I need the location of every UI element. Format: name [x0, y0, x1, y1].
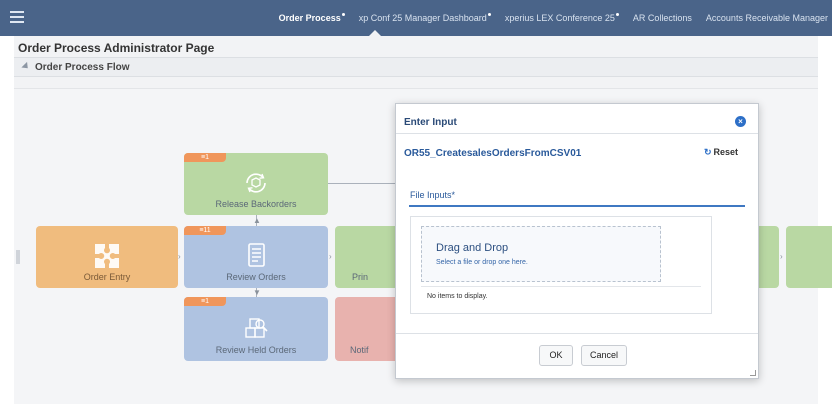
- file-dropzone[interactable]: Drag and Drop Select a file or drop one …: [421, 226, 661, 282]
- boxes-search-icon: [245, 318, 268, 338]
- tab-file-inputs[interactable]: File Inputs*: [410, 190, 455, 200]
- tab-accounts-receivable-manager[interactable]: Accounts Receivable Manager: [706, 13, 828, 23]
- tab-label: Accounts Receivable Manager: [705, 13, 828, 23]
- collapse-arrow-icon[interactable]: [21, 61, 31, 72]
- tab-strip: Order Process xp Conf 25 Manager Dashboa…: [265, 0, 828, 36]
- tab-indicator-dot: [615, 13, 619, 16]
- process-name: OR55_CreatesalesOrdersFromCSV01: [404, 148, 582, 159]
- tab-indicator-dot: [341, 13, 345, 16]
- node-release-backorders[interactable]: ≡1 Release Backorders: [184, 153, 328, 215]
- flow-connector: [328, 183, 396, 184]
- close-icon[interactable]: ×: [735, 116, 746, 127]
- divider: [396, 333, 758, 334]
- node-order-entry[interactable]: Order Entry: [36, 226, 178, 288]
- top-navigation-bar: Order Process xp Conf 25 Manager Dashboa…: [0, 0, 832, 36]
- tab-underline: [409, 205, 745, 207]
- hamburger-menu-icon[interactable]: [10, 11, 24, 23]
- divider: [396, 133, 758, 134]
- node-review-held-orders[interactable]: ≡1 Review Held Orders: [184, 297, 328, 361]
- refresh-icon: ↻: [703, 147, 712, 157]
- node-final-step[interactable]: [786, 226, 832, 288]
- cancel-button[interactable]: Cancel: [581, 345, 627, 366]
- enter-input-dialog: Enter Input × OR55_CreatesalesOrdersFrom…: [395, 103, 759, 379]
- puzzle-icon: [95, 244, 119, 268]
- arrow-down-icon: ▼: [253, 288, 261, 297]
- reset-label: Reset: [713, 147, 738, 157]
- tab-label: AR Collections: [632, 13, 692, 23]
- tab-label: xp Conf 25 Manager Dashboard: [358, 13, 487, 23]
- cycle-box-icon: [246, 173, 266, 193]
- arrow-right-icon: ›: [780, 252, 783, 261]
- resize-handle-icon[interactable]: [750, 370, 756, 376]
- file-input-panel: Drag and Drop Select a file or drop one …: [410, 216, 712, 314]
- tab-indicator-dot: [487, 13, 491, 16]
- tab-label: xperius LEX Conference 25: [504, 13, 615, 23]
- node-count-badge: ≡1: [184, 153, 226, 162]
- tab-label: Order Process: [278, 13, 341, 23]
- reset-button[interactable]: ↻ Reset: [704, 147, 738, 158]
- document-list-icon: [248, 243, 265, 267]
- arrow-up-icon: ▲: [253, 216, 261, 225]
- canvas-scroll-handle[interactable]: [16, 250, 20, 264]
- section-header[interactable]: Order Process Flow: [14, 57, 818, 77]
- select-file-link[interactable]: Select a file or drop one here.: [436, 259, 528, 266]
- arrow-right-icon: ›: [178, 252, 181, 261]
- node-review-orders[interactable]: ≡11 Review Orders: [184, 226, 328, 288]
- node-count-badge: ≡1: [184, 297, 226, 306]
- node-label: Review Orders: [226, 272, 286, 282]
- tab-xperius-lex-conference[interactable]: xperius LEX Conference 25: [505, 13, 619, 23]
- arrow-right-icon: ›: [329, 252, 332, 261]
- node-label: Review Held Orders: [215, 345, 297, 355]
- divider: [421, 286, 701, 287]
- node-label: Order Entry: [83, 272, 131, 282]
- empty-list-message: No items to display.: [427, 293, 488, 300]
- node-count-badge: ≡11: [184, 226, 226, 235]
- node-label: Release Backorders: [215, 199, 297, 209]
- dialog-title: Enter Input: [404, 117, 457, 128]
- tab-ar-collections[interactable]: AR Collections: [633, 13, 692, 23]
- tab-order-process[interactable]: Order Process: [279, 13, 345, 23]
- section-title: Order Process Flow: [35, 62, 130, 73]
- tab-xp-conf-manager-dashboard[interactable]: xp Conf 25 Manager Dashboard: [359, 13, 491, 23]
- page-title: Order Process Administrator Page: [18, 41, 215, 55]
- dropzone-title: Drag and Drop: [436, 242, 509, 254]
- ok-button[interactable]: OK: [539, 345, 573, 366]
